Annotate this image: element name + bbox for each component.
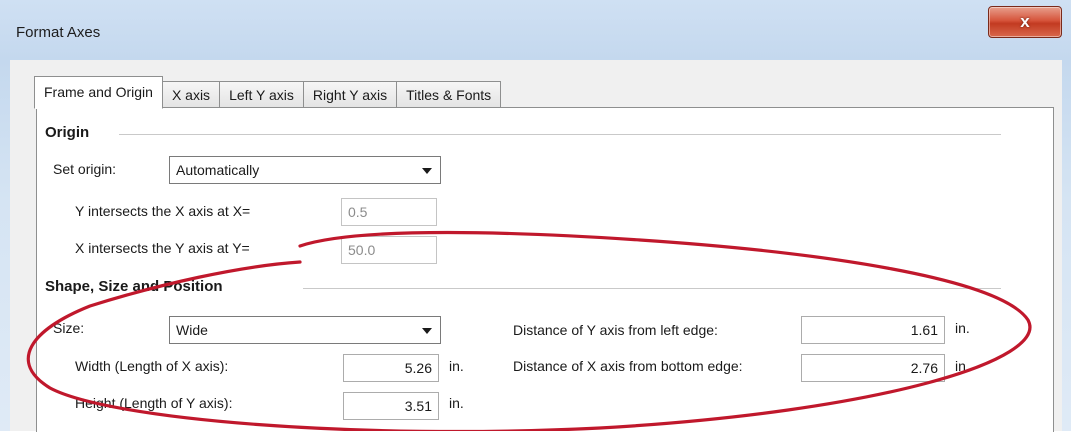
format-axes-dialog: Format Axes x Frame and Origin X axis Le… — [0, 0, 1071, 432]
annotation-ellipse — [26, 230, 1032, 431]
tab-frame-and-origin[interactable]: Frame and Origin — [34, 76, 163, 109]
annotation-ellipse-stroke — [26, 230, 1032, 431]
